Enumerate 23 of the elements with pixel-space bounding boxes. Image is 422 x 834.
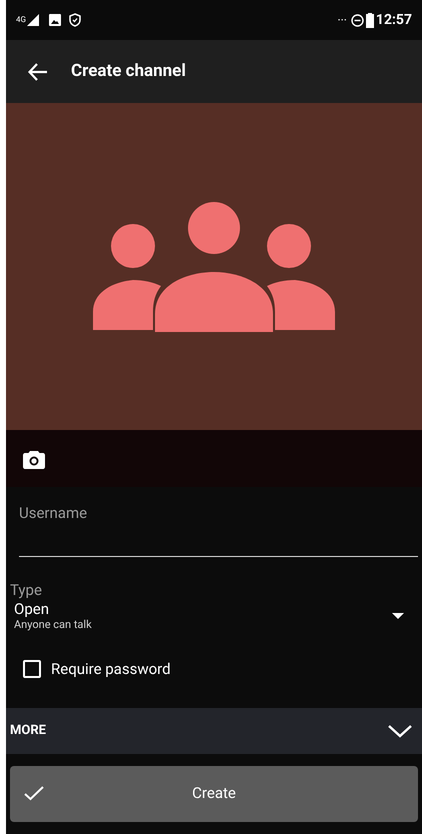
more-section[interactable]: MORE [6,708,422,754]
username-field[interactable]: Username [19,501,418,557]
chevron-down-icon [388,724,412,738]
image-icon [48,14,61,26]
signal-icon [26,14,39,26]
checkmark-icon [24,786,44,801]
page-title: Create channel [71,60,186,83]
type-dropdown[interactable]: Open Anyone can talk [10,600,418,632]
more-indicator: ··· [338,12,347,29]
checkbox[interactable] [23,660,41,678]
shield-icon [68,13,81,27]
username-input[interactable]: Username [19,502,418,524]
do-not-disturb-icon [350,14,364,26]
type-label: Type [10,583,43,598]
type-description: Anyone can talk [14,618,93,632]
battery-icon [366,12,374,28]
clock-time: 12:57 [376,10,412,30]
network-label: 4G [16,16,26,24]
dropdown-arrow-icon [392,613,404,619]
group-icon [93,202,335,332]
create-button[interactable]: Create [10,766,418,822]
type-value: Open [14,600,50,618]
require-password-checkbox[interactable]: Require password [23,658,171,680]
